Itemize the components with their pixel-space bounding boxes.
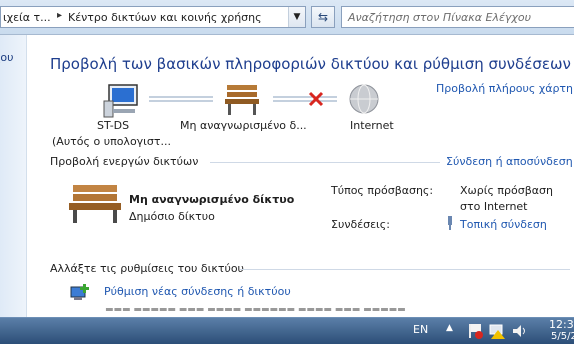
refresh-button[interactable]: ⇆ [311, 6, 335, 28]
sidebar-link-partial[interactable]: χου [0, 51, 13, 64]
show-hidden-icons-button[interactable]: ▲ [446, 323, 453, 333]
breadcrumb-separator-icon[interactable]: ▸ [57, 10, 62, 21]
network-map [27, 79, 387, 119]
navigation-bar: ιχεία τ... ▸ Κέντρο δικτύων και κοινής χ… [0, 0, 574, 35]
bench-icon-large [67, 183, 123, 225]
computer-icon [104, 85, 137, 117]
access-type-value-line2: στο Internet [460, 200, 528, 213]
bench-network-icon [225, 85, 259, 115]
action-center-flag-icon[interactable] [466, 322, 484, 340]
clock-date[interactable]: 5/5/2 [551, 331, 574, 342]
clock-time[interactable]: 12:39 [549, 318, 574, 331]
connections-label: Συνδέσεις: [331, 218, 390, 231]
chevron-down-icon: ▼ [294, 12, 301, 22]
internet-label: Internet [350, 119, 394, 132]
left-navigation-pane: χου ς [0, 35, 27, 317]
active-networks-heading: Προβολή ενεργών δικτύων [50, 155, 198, 168]
active-network-name: Μη αναγνωρισμένο δίκτυο [129, 193, 294, 206]
view-full-map-link[interactable]: Προβολή πλήρους χάρτη [436, 82, 573, 95]
taskbar: EN ▲ 12:39 5/5/2 [0, 317, 574, 344]
volume-icon[interactable] [511, 323, 529, 339]
refresh-icon: ⇆ [318, 10, 328, 24]
language-indicator[interactable]: EN [413, 323, 428, 336]
computer-name: ST-DS [97, 119, 129, 132]
breadcrumb-previous[interactable]: ιχεία τ... [3, 11, 51, 24]
network-map-label: Μη αναγνωρισμένο δ... [180, 119, 307, 132]
connect-disconnect-link[interactable]: Σύνδεση ή αποσύνδεση [446, 155, 573, 168]
page-title: Προβολή των βασικών πληροφοριών δικτύου … [50, 55, 571, 73]
active-network-type[interactable]: Δημόσιο δίκτυο [129, 210, 215, 223]
breadcrumb-current[interactable]: Κέντρο δικτύων και κοινής χρήσης [68, 11, 262, 24]
access-type-value-line1: Χωρίς πρόσβαση [460, 184, 553, 197]
no-connection-x-icon [310, 93, 322, 105]
computer-subtitle: (Αυτός ο υπολογιστ... [52, 135, 171, 148]
access-type-label: Τύπος πρόσβασης: [331, 184, 433, 197]
section-divider [240, 269, 570, 270]
local-connection-link[interactable]: Τοπική σύνδεση [460, 218, 547, 231]
address-bar[interactable]: ιχεία τ... ▸ Κέντρο δικτύων και κοινής χ… [0, 6, 306, 28]
section-divider [210, 162, 440, 163]
ethernet-icon [445, 216, 455, 230]
search-input[interactable]: Αναζήτηση στον Πίνακα Ελέγχου [341, 6, 574, 28]
search-placeholder: Αναζήτηση στον Πίνακα Ελέγχου [348, 11, 531, 24]
change-settings-heading: Αλλάξτε τις ρυθμίσεις του δικτύου [50, 262, 244, 275]
network-status-icon[interactable] [488, 322, 506, 340]
main-content: Προβολή των βασικών πληροφοριών δικτύου … [27, 35, 574, 317]
new-connection-icon [69, 283, 91, 303]
setup-new-connection-link[interactable]: Ρύθμιση νέας σύνδεσης ή δικτύου [104, 285, 291, 298]
truncated-description: ▬▬▬ ▬▬▬▬▬ ▬▬▬ ▬▬▬▬ ▬▬▬▬▬▬ ▬▬▬▬ ▬▬▬ ▬▬▬▬▬ [105, 305, 545, 311]
internet-globe-icon [350, 85, 378, 113]
address-dropdown-button[interactable]: ▼ [288, 7, 305, 27]
